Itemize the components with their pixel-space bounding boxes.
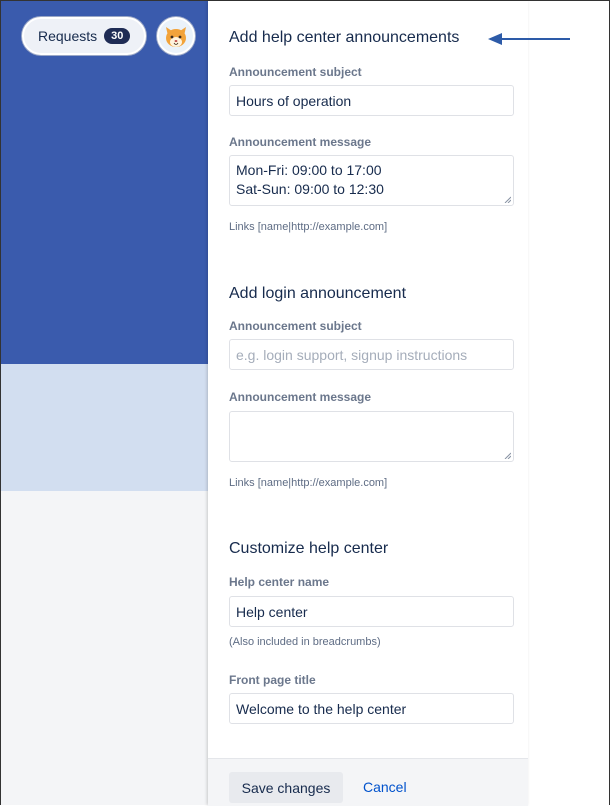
help-center-name-label: Help center name [229,575,330,589]
annotation-arrow-icon [488,33,570,45]
hc-message-line-2: Sat-Sun: 09:00 to 12:30 [236,181,384,197]
user-avatar[interactable] [157,17,195,55]
resize-handle-icon[interactable] [504,452,511,459]
front-page-title-input[interactable] [229,693,514,724]
login-message-textarea[interactable] [229,411,514,462]
login-message-label: Announcement message [229,390,372,404]
save-changes-button[interactable]: Save changes [229,772,343,803]
help-center-name-input[interactable] [229,596,514,627]
login-subject-input[interactable] [229,339,514,370]
background-light-band [1,364,208,491]
background-gray-band [1,491,208,805]
login-subject-label: Announcement subject [229,319,362,333]
hc-message-textarea[interactable]: Mon-Fri: 09:00 to 17:00 Sat-Sun: 09:00 t… [229,155,514,206]
hc-links-hint: Links [name|http://example.com] [229,221,388,233]
help-center-name-hint: (Also included in breadcrumbs) [229,636,381,648]
login-announcement-title: Add login announcement [229,285,407,302]
requests-count-badge: 30 [104,28,131,44]
cat-avatar-icon [166,27,186,47]
customize-help-center-title: Customize help center [229,540,389,557]
background-header-band [1,1,208,364]
requests-label: Requests [38,28,98,44]
requests-button[interactable]: Requests 30 [22,17,146,55]
resize-handle-icon[interactable] [504,196,511,203]
login-links-hint: Links [name|http://example.com] [229,477,388,489]
hc-subject-input[interactable] [229,85,514,116]
hc-message-label: Announcement message [229,135,372,149]
help-center-announcements-title: Add help center announcements [229,29,460,46]
hc-subject-label: Announcement subject [229,65,362,79]
cancel-link[interactable]: Cancel [363,779,407,795]
hc-message-line-1: Mon-Fri: 09:00 to 17:00 [236,162,382,178]
front-page-title-label: Front page title [229,673,316,687]
